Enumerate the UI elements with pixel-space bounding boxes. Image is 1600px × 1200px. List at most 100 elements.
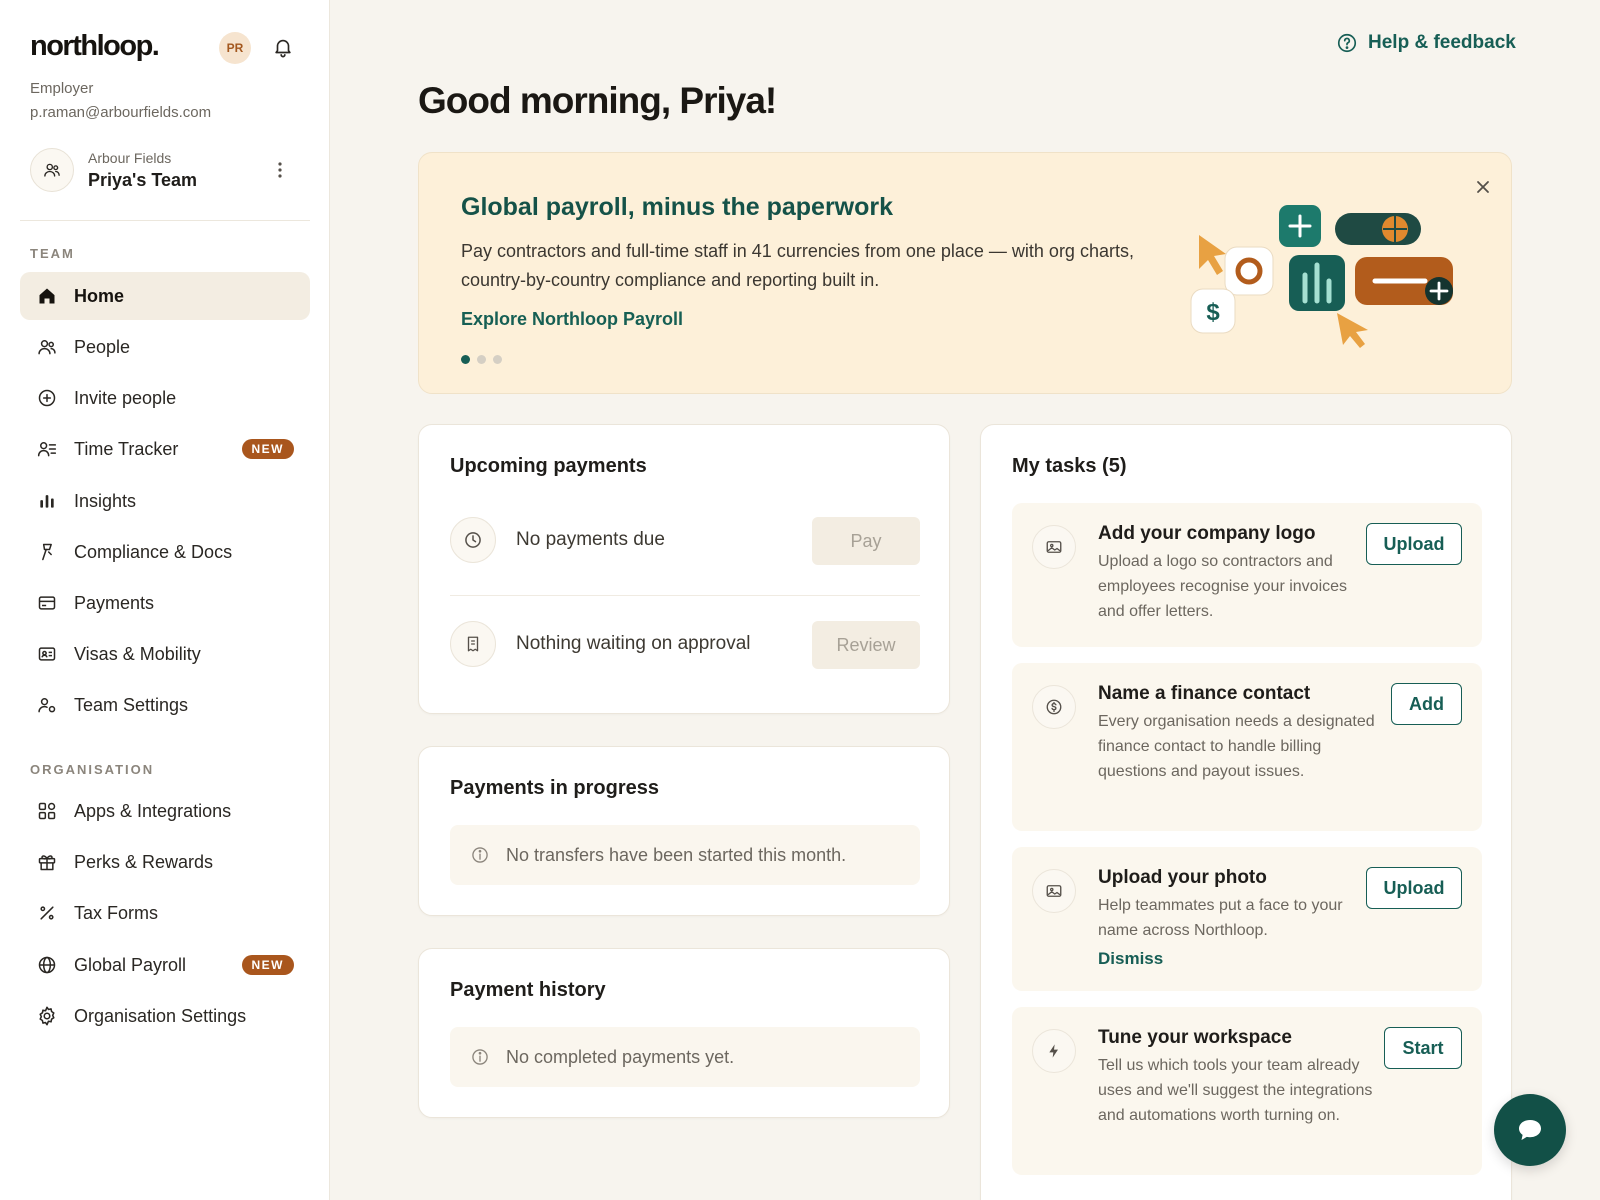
pay-button[interactable]: Pay [812, 517, 920, 565]
lightning-icon [1032, 1029, 1076, 1073]
help-icon [1336, 32, 1358, 54]
sidebar-item-team-settings[interactable]: Team Settings [20, 681, 310, 729]
chat-icon[interactable] [1494, 1094, 1566, 1166]
task-item: Upload your photo Help teammates put a f… [1012, 847, 1482, 991]
sidebar-item-label: Tax Forms [74, 902, 159, 923]
user-role: Employer [30, 80, 94, 97]
home-icon [36, 285, 58, 307]
gift-icon [36, 851, 58, 873]
sidebar-item-insights[interactable]: Insights [20, 477, 310, 525]
image-icon [1032, 869, 1076, 913]
more-vertical-icon[interactable] [268, 158, 292, 182]
sidebar: northloop. PR Employer p.raman@arbourfie… [0, 0, 330, 1200]
card-title: Payment history [450, 979, 606, 1001]
new-badge: NEW [241, 439, 294, 459]
sidebar-divider [20, 220, 310, 221]
plus-circle-icon [36, 387, 58, 409]
review-button[interactable]: Review [812, 621, 920, 669]
globe-icon [36, 954, 58, 976]
task-description: Help teammates put a face to your name a… [1098, 897, 1343, 939]
my-tasks-card: My tasks (5) Add your company logo Uploa… [980, 424, 1512, 1200]
task-title: Add your company logo [1098, 523, 1316, 544]
task-item: Tune your workspace Tell us which tools … [1012, 1007, 1482, 1175]
sidebar-item-people[interactable]: People [20, 323, 310, 371]
row-divider [450, 595, 920, 596]
sidebar-item-label: Team Settings [74, 694, 189, 715]
clock-icon [450, 517, 496, 563]
sidebar-item-home[interactable]: Home [20, 272, 310, 320]
image-icon [1032, 525, 1076, 569]
sidebar-item-organisation-settings[interactable]: Organisation Settings [20, 992, 310, 1040]
help-feedback-link[interactable]: Help & feedback [1336, 30, 1516, 56]
card-icon [36, 592, 58, 614]
grid-icon [36, 800, 58, 822]
sidebar-item-label: Time Tracker [74, 438, 179, 459]
sidebar-item-perks-rewards[interactable]: Perks & Rewards [20, 838, 310, 886]
receipt-icon [450, 621, 496, 667]
sidebar-item-visas-mobility[interactable]: Visas & Mobility [20, 630, 310, 678]
percent-icon [36, 902, 58, 924]
carousel-dot[interactable] [461, 355, 470, 364]
info-icon [470, 1047, 490, 1067]
dismiss-link[interactable]: Dismiss [1098, 949, 1163, 969]
task-description: Upload a logo so contractors and employe… [1098, 553, 1348, 620]
avatar[interactable]: PR [219, 32, 251, 64]
banner-body: Pay contractors and full-time staff in 4… [461, 241, 1134, 290]
promo-banner: Global payroll, minus the paperwork Pay … [418, 152, 1512, 394]
explore-payroll-link[interactable]: Explore Northloop Payroll [461, 309, 683, 330]
id-card-icon [36, 643, 58, 665]
card-title: My tasks (5) [1012, 455, 1127, 477]
bell-icon[interactable] [272, 36, 294, 58]
card-title: Upcoming payments [450, 455, 647, 477]
empty-state: No transfers have been started this mont… [450, 825, 920, 885]
sidebar-item-label: Compliance & Docs [74, 541, 233, 562]
add-finance-contact-button[interactable]: Add [1391, 683, 1462, 725]
sidebar-item-label: Global Payroll [74, 954, 187, 975]
page-title: Good morning, Priya! [418, 80, 777, 121]
carousel-dot[interactable] [477, 355, 486, 364]
dollar-circle-icon [1032, 685, 1076, 729]
user-gear-icon [36, 694, 58, 716]
carousel-dot[interactable] [493, 355, 502, 364]
start-button[interactable]: Start [1384, 1027, 1462, 1069]
card-title: Payments in progress [450, 777, 659, 799]
task-title: Tune your workspace [1098, 1027, 1292, 1048]
task-description: Tell us which tools your team already us… [1098, 1057, 1373, 1124]
northloop-logo[interactable]: northloop. [30, 30, 160, 63]
sidebar-item-apps-integrations[interactable]: Apps & Integrations [20, 787, 310, 835]
gear-icon [36, 1005, 58, 1027]
approval-row: Nothing waiting on approval Review [450, 621, 920, 669]
sidebar-item-compliance-docs[interactable]: Compliance & Docs [20, 528, 310, 576]
bar-chart-icon [36, 490, 58, 512]
payment-history-card: Payment history No completed payments ye… [418, 948, 950, 1118]
team-name: Priya's Team [88, 170, 198, 190]
sidebar-item-label: Visas & Mobility [74, 643, 201, 664]
sidebar-item-label: Payments [74, 592, 155, 613]
upload-logo-button[interactable]: Upload [1366, 523, 1462, 565]
carousel-dots [461, 355, 502, 364]
empty-state: No completed payments yet. [450, 1027, 920, 1087]
upload-photo-button[interactable]: Upload [1366, 867, 1462, 909]
team-icon [30, 148, 74, 192]
payments-due-label: No payments due [516, 529, 665, 550]
help-feedback-label: Help & feedback [1368, 32, 1516, 53]
sidebar-item-label: Invite people [74, 387, 177, 408]
upcoming-payments-card: Upcoming payments No payments due Pay No… [418, 424, 950, 714]
sidebar-item-payments[interactable]: Payments [20, 579, 310, 627]
sidebar-item-tax-forms[interactable]: Tax Forms [20, 889, 310, 937]
sidebar-item-invite-people[interactable]: Invite people [20, 374, 310, 422]
info-icon [470, 845, 490, 865]
sidebar-item-label: Organisation Settings [74, 1005, 247, 1026]
sidebar-item-label: Perks & Rewards [74, 851, 214, 872]
svg-text:$: $ [1206, 299, 1220, 326]
task-title: Upload your photo [1098, 867, 1267, 888]
people-icon [36, 336, 58, 358]
empty-state-text: No transfers have been started this mont… [506, 844, 847, 865]
team-selector[interactable]: Arbour Fields Priya's Team [30, 148, 300, 192]
sidebar-item-time-tracker[interactable]: Time Tracker NEW [20, 425, 310, 473]
sidebar-item-global-payroll[interactable]: Global Payroll NEW [20, 941, 310, 989]
sidebar-item-label: Insights [74, 490, 137, 511]
time-tracker-icon [36, 438, 58, 460]
empty-state-text: No completed payments yet. [506, 1046, 735, 1067]
banner-title: Global payroll, minus the paperwork [461, 193, 894, 221]
